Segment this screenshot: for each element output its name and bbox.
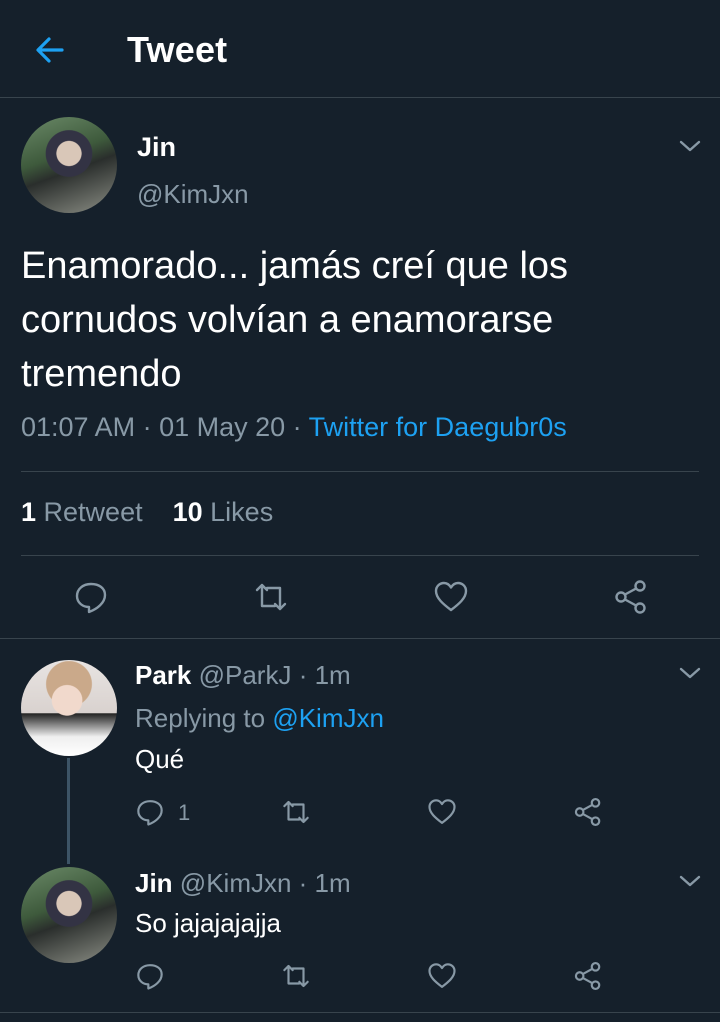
avatar[interactable] (21, 660, 117, 756)
back-button[interactable] (30, 30, 70, 70)
like-button[interactable] (424, 794, 460, 830)
reply-icon (137, 800, 163, 826)
retweets-count: 1 (21, 497, 37, 527)
reply-header: Park @ParkJ · 1m (135, 660, 351, 691)
reply-icon (137, 964, 163, 990)
tweet-text: Enamorado... jamás creí que los cornudos… (21, 245, 569, 395)
avatar[interactable] (21, 117, 117, 213)
chevron-down-icon[interactable] (677, 872, 703, 890)
main-tweet: Jin @KimJxn Enamorado... jamás creí que … (0, 99, 720, 639)
retweet-icon (283, 964, 309, 988)
like-button[interactable] (424, 958, 460, 994)
retweet-button[interactable] (251, 577, 291, 617)
like-icon (434, 581, 468, 612)
likes-label: Likes (202, 497, 274, 527)
retweet-icon (283, 800, 309, 824)
share-icon (615, 580, 646, 614)
reply-button[interactable] (132, 958, 168, 994)
share-icon (574, 798, 601, 826)
like-icon (428, 963, 456, 988)
replying-to-link[interactable]: @KimJxn (272, 703, 384, 733)
author-name[interactable]: Jin (137, 132, 176, 163)
divider (0, 1012, 720, 1013)
replying-to: Replying to @KimJxn (135, 703, 384, 734)
reply-text: Qué (135, 744, 185, 774)
retweet-button[interactable] (278, 958, 314, 994)
arrow-left-icon (36, 37, 64, 63)
likes-stat[interactable]: 10 Likes (173, 497, 274, 527)
timestamp-text: 01:07 AM · 01 May 20 · (21, 412, 309, 442)
retweets-label: Retweet (36, 497, 143, 527)
share-button[interactable] (570, 958, 606, 994)
reply-count: 1 (178, 800, 191, 825)
divider (21, 555, 699, 556)
share-button[interactable] (611, 577, 651, 617)
share-button[interactable] (570, 794, 606, 830)
reply-author-name[interactable]: Jin (135, 868, 173, 898)
tweet-detail-screen: Tweet Jin @KimJxn Enamorado... jamás cre… (0, 0, 720, 1022)
likes-count: 10 (172, 497, 203, 527)
tweet-timestamp: 01:07 AM · 01 May 20 · Twitter for Daegu… (21, 412, 567, 443)
retweet-icon (255, 583, 287, 611)
reply-button[interactable] (71, 577, 111, 617)
share-icon (574, 962, 601, 990)
avatar[interactable] (21, 867, 117, 963)
like-button[interactable] (431, 577, 471, 617)
tweet-source-link[interactable]: Twitter for Daegubr0s (309, 412, 567, 442)
thread-connector (67, 758, 70, 864)
reply-handle-time: @KimJxn · 1m (172, 868, 351, 898)
reply-header: Jin @KimJxn · 1m (135, 868, 351, 899)
divider (21, 471, 699, 472)
chevron-down-icon[interactable] (677, 664, 703, 682)
top-bar: Tweet (0, 0, 720, 98)
reply-handle-time: @ParkJ · 1m (191, 660, 351, 690)
tweet-stats: 1 Retweet 10 Likes (21, 497, 273, 528)
retweet-button[interactable] (278, 794, 314, 830)
like-icon (428, 799, 456, 824)
retweets-stat[interactable]: 1 Retweet (21, 497, 143, 527)
page-title: Tweet (127, 29, 228, 70)
reply-author-name[interactable]: Park (135, 660, 191, 690)
reply-icon (75, 582, 107, 614)
chevron-down-icon[interactable] (677, 137, 703, 155)
reply-text: So jajajajajja (135, 908, 281, 938)
reply-button[interactable] (132, 794, 168, 830)
author-handle[interactable]: @KimJxn (137, 179, 249, 210)
replying-prefix: Replying to (135, 703, 273, 733)
